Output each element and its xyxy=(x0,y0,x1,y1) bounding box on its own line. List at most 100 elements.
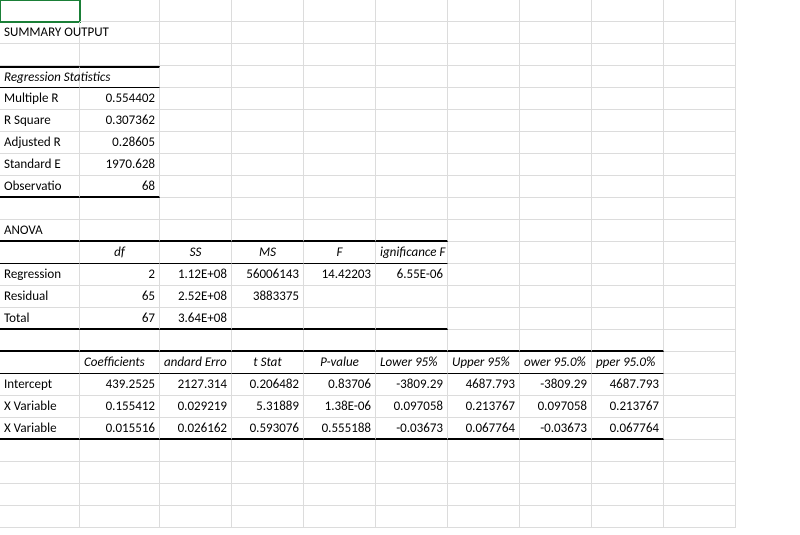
cell[interactable] xyxy=(448,286,520,308)
reg-stat-label[interactable]: Observatio xyxy=(0,176,80,198)
cell[interactable] xyxy=(232,462,304,484)
cell[interactable] xyxy=(520,330,592,352)
cell[interactable] xyxy=(376,44,448,66)
cell[interactable] xyxy=(520,220,592,242)
cell[interactable] xyxy=(520,198,592,220)
cell[interactable] xyxy=(0,506,80,528)
coef-value[interactable]: 5.31889 xyxy=(232,396,304,418)
cell[interactable] xyxy=(520,484,592,506)
coef-value[interactable]: 0.015516 xyxy=(80,418,160,440)
anova-value[interactable]: 2 xyxy=(80,264,160,286)
cell[interactable] xyxy=(376,198,448,220)
coef-value[interactable]: 0.213767 xyxy=(448,396,520,418)
cell[interactable] xyxy=(592,154,664,176)
reg-stat-label[interactable]: Standard E xyxy=(0,154,80,176)
cell[interactable] xyxy=(520,22,592,44)
cell[interactable] xyxy=(232,110,304,132)
cell[interactable] xyxy=(592,88,664,110)
cell[interactable] xyxy=(376,0,448,22)
cell[interactable] xyxy=(304,220,376,242)
cell[interactable] xyxy=(592,110,664,132)
coef-col-pvalue[interactable]: P-value xyxy=(304,352,376,374)
cell[interactable] xyxy=(80,44,160,66)
cell[interactable] xyxy=(376,22,448,44)
coef-col-stderr[interactable]: andard Erro xyxy=(160,352,232,374)
cell[interactable] xyxy=(376,132,448,154)
cell[interactable] xyxy=(664,264,736,286)
cell[interactable] xyxy=(448,132,520,154)
cell[interactable] xyxy=(80,198,160,220)
cell[interactable] xyxy=(232,176,304,198)
reg-stat-label[interactable]: Multiple R xyxy=(0,88,80,110)
cell[interactable] xyxy=(232,88,304,110)
cell[interactable] xyxy=(592,484,664,506)
cell[interactable] xyxy=(448,66,520,88)
cell[interactable] xyxy=(160,0,232,22)
coef-value[interactable]: 0.206482 xyxy=(232,374,304,396)
cell[interactable] xyxy=(520,44,592,66)
cell[interactable] xyxy=(232,308,304,330)
summary-output-title[interactable]: SUMMARY OUTPUT xyxy=(0,22,80,44)
cell[interactable] xyxy=(592,198,664,220)
regression-statistics-header[interactable]: Regression Statistics xyxy=(0,66,80,88)
cell[interactable] xyxy=(448,44,520,66)
cell[interactable] xyxy=(304,176,376,198)
cell[interactable] xyxy=(448,462,520,484)
coef-value[interactable]: -0.03673 xyxy=(520,418,592,440)
cell[interactable] xyxy=(80,462,160,484)
cell[interactable] xyxy=(304,22,376,44)
cell[interactable] xyxy=(664,308,736,330)
coef-value[interactable]: 2127.314 xyxy=(160,374,232,396)
coef-col-lower95[interactable]: Lower 95% xyxy=(376,352,448,374)
reg-stat-label[interactable]: R Square xyxy=(0,110,80,132)
anova-value[interactable]: 2.52E+08 xyxy=(160,286,232,308)
cell[interactable] xyxy=(304,484,376,506)
cell[interactable] xyxy=(448,242,520,264)
cell[interactable] xyxy=(520,88,592,110)
cell[interactable] xyxy=(304,286,376,308)
cell[interactable] xyxy=(376,484,448,506)
cell[interactable] xyxy=(592,220,664,242)
coef-value[interactable]: 439.2525 xyxy=(80,374,160,396)
coef-col-tstat[interactable]: t Stat xyxy=(232,352,304,374)
cell[interactable] xyxy=(160,330,232,352)
cell[interactable] xyxy=(592,242,664,264)
cell[interactable] xyxy=(304,506,376,528)
reg-stat-value[interactable]: 68 xyxy=(80,176,160,198)
cell[interactable] xyxy=(592,22,664,44)
cell[interactable] xyxy=(448,264,520,286)
cell[interactable] xyxy=(376,154,448,176)
coef-value[interactable]: -0.03673 xyxy=(376,418,448,440)
cell[interactable] xyxy=(520,154,592,176)
cell[interactable] xyxy=(304,132,376,154)
cell[interactable] xyxy=(160,198,232,220)
cell[interactable] xyxy=(664,352,736,374)
coef-value[interactable]: 0.593076 xyxy=(232,418,304,440)
cell[interactable] xyxy=(664,286,736,308)
cell[interactable] xyxy=(160,88,232,110)
coef-value[interactable]: 0.026162 xyxy=(160,418,232,440)
cell[interactable] xyxy=(520,110,592,132)
cell[interactable] xyxy=(376,88,448,110)
cell[interactable] xyxy=(664,330,736,352)
cell[interactable] xyxy=(448,220,520,242)
cell[interactable] xyxy=(664,22,736,44)
cell[interactable] xyxy=(160,66,232,88)
cell[interactable] xyxy=(0,198,80,220)
cell[interactable] xyxy=(664,418,736,440)
anova-col-ss[interactable]: SS xyxy=(160,242,232,264)
cell[interactable] xyxy=(0,242,80,264)
cell[interactable] xyxy=(80,0,160,22)
anova-row-label[interactable]: Total xyxy=(0,308,80,330)
reg-stat-label[interactable]: Adjusted R xyxy=(0,132,80,154)
cell[interactable] xyxy=(448,0,520,22)
cell[interactable] xyxy=(304,440,376,462)
cell[interactable] xyxy=(664,242,736,264)
cell[interactable] xyxy=(0,440,80,462)
cell[interactable] xyxy=(448,154,520,176)
anova-value[interactable]: 3883375 xyxy=(232,286,304,308)
anova-col-f[interactable]: F xyxy=(304,242,376,264)
cell[interactable] xyxy=(664,506,736,528)
cell[interactable] xyxy=(664,462,736,484)
cell[interactable] xyxy=(160,220,232,242)
